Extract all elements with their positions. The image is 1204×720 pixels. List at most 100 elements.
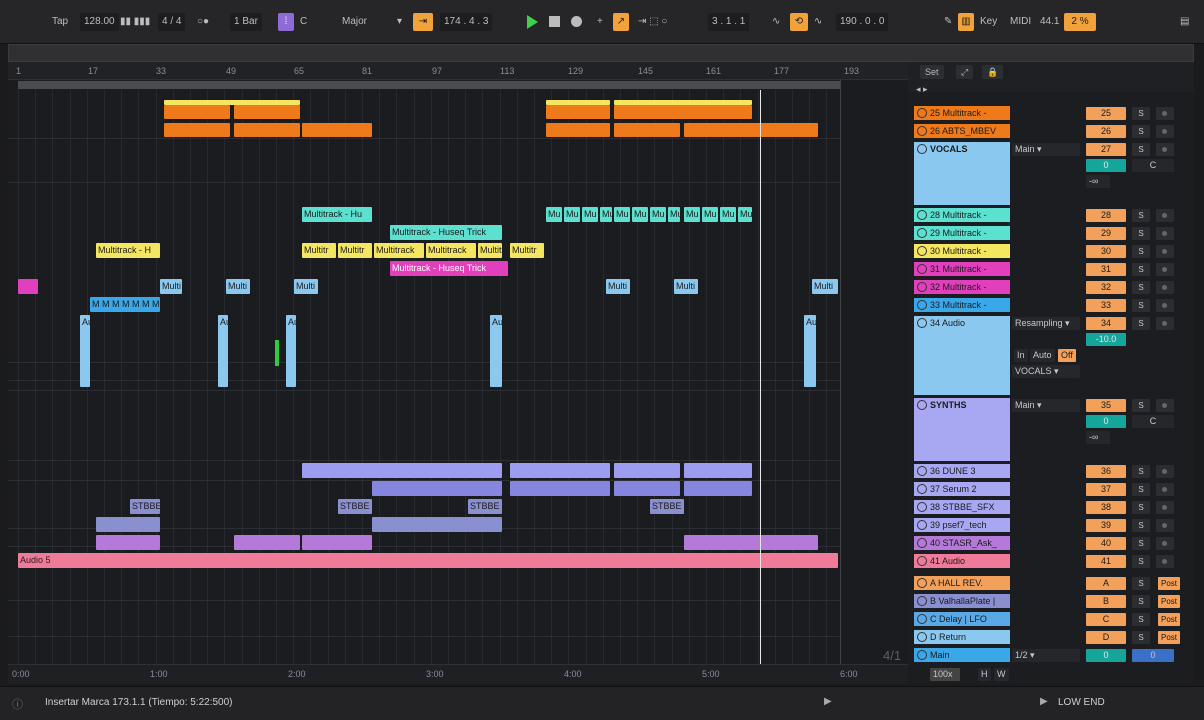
track-number-badge[interactable]: 33 [1086,299,1126,312]
arrangement-clip[interactable] [234,535,300,550]
solo-button[interactable]: S [1132,299,1150,312]
arrangement-clip[interactable] [96,535,160,550]
arrangement-clip[interactable]: Multitrack - Huseq Trick [390,261,508,276]
midi-map-button[interactable]: MIDI [1010,13,1031,31]
track-activator-icon[interactable] [917,650,927,660]
arm-button[interactable] [1156,125,1174,138]
position-field[interactable]: 174 . 4 . 3 [440,13,493,31]
arrangement-clip[interactable] [302,535,372,550]
arrangement-clip[interactable]: Multi [812,279,838,294]
return-letter-badge[interactable]: D [1086,631,1126,644]
pre-post-button[interactable]: Post [1158,595,1180,608]
arrangement-overview[interactable] [8,44,1194,62]
arm-button[interactable] [1156,501,1174,514]
arrangement-clip[interactable]: Mu [564,207,580,222]
chevron-down-icon[interactable]: ▾ [397,13,402,31]
track-number-badge[interactable]: 36 [1086,465,1126,478]
arrangement-clip[interactable]: Multi [226,279,250,294]
track-number-badge[interactable]: 28 [1086,209,1126,222]
arrangement-clip[interactable]: Multi [294,279,318,294]
arrangement-clip[interactable] [234,123,300,137]
group-fold-icon[interactable] [917,144,927,154]
metronome-icon[interactable]: ○● [197,13,209,31]
arrangement-clip[interactable]: Multit [478,243,502,258]
punch-in-icon[interactable]: ∿ [772,13,780,31]
group-fold-icon[interactable] [917,400,927,410]
solo-button[interactable]: S [1132,519,1150,532]
track-header[interactable]: 31 Multitrack - [914,262,1010,277]
play-small-icon[interactable]: ▶ [824,696,832,707]
arrangement-clip[interactable]: Mu [702,207,718,222]
arrangement-clip[interactable]: Au [218,315,228,387]
info-icon[interactable]: ⓘ [12,696,23,712]
arm-button[interactable] [1156,465,1174,478]
track-activator-icon[interactable] [917,228,927,238]
punch-out-icon[interactable]: ∿ [814,13,822,31]
track-activator-icon[interactable] [917,318,927,328]
arrangement-clip[interactable] [684,123,818,137]
track-header[interactable]: 34 Audio [914,316,1010,396]
arrangement-clip[interactable]: Mu [546,207,562,222]
overview-icon[interactable]: ▤ [1180,13,1189,31]
track-header[interactable]: 37 Serum 2 [914,482,1010,497]
arm-button[interactable] [1156,107,1174,120]
return-letter-badge[interactable]: C [1086,613,1126,626]
arrangement-clip[interactable] [372,481,502,496]
quantize-select[interactable]: 1 Bar [230,13,262,31]
solo-button[interactable]: S [1132,537,1150,550]
arrangement-clip[interactable] [510,481,610,496]
track-activator-icon[interactable] [917,300,927,310]
arm-button[interactable] [1156,227,1174,240]
track-number-badge[interactable]: 31 [1086,263,1126,276]
arrangement-clip[interactable]: Au [490,315,502,387]
tempo-field[interactable]: 128.00 [80,13,119,31]
solo-button[interactable]: S [1132,465,1150,478]
solo-button[interactable]: S [1132,107,1150,120]
track-activator-icon[interactable] [917,632,927,642]
loop-brace[interactable] [18,81,840,89]
arm-button[interactable] [1156,245,1174,258]
volume-field[interactable]: 0 [1086,415,1126,428]
arrangement-clip[interactable]: STBBE [130,499,160,514]
track-header[interactable]: 39 psef7_tech [914,518,1010,533]
arrangement-clip[interactable] [302,123,372,137]
expand-icon[interactable]: ⤢ [956,65,974,79]
arrangement-clip[interactable] [614,481,680,496]
track-header[interactable]: 30 Multitrack - [914,244,1010,259]
track-number-badge[interactable]: 37 [1086,483,1126,496]
arrangement-clip[interactable] [96,517,160,532]
arrangement-clip[interactable]: Au [286,315,296,387]
back-to-arrangement-icon[interactable]: ⇥ ⬚ ○ [638,13,667,31]
track-number-badge[interactable]: 38 [1086,501,1126,514]
input-select[interactable]: Resampling ▾ [1012,317,1080,330]
arrangement-clip[interactable] [302,463,502,478]
arrangement-clip[interactable] [684,463,752,478]
time-ruler[interactable]: 0:00 1:00 2:00 3:00 4:00 5:00 6:00 [8,664,908,684]
arrangement-clip[interactable]: Multitr [510,243,544,258]
arm-button[interactable] [1156,537,1174,550]
send-field[interactable]: -∞ [1086,175,1110,188]
arrangement-view[interactable]: 1 17 33 49 65 81 97 113 129 145 161 177 193 Multitra… [8,62,908,684]
arm-button[interactable] [1156,519,1174,532]
track-activator-icon[interactable] [917,282,927,292]
arrangement-clip[interactable]: Mu [720,207,736,222]
record-button[interactable] [571,16,582,27]
arrangement-clip[interactable]: STBBE [338,499,372,514]
loop-toggle-button[interactable]: ⟲ [790,13,808,31]
track-number-badge[interactable]: 26 [1086,125,1126,138]
automation-arm-button[interactable]: ↗ [613,13,629,31]
solo-button[interactable]: S [1132,245,1150,258]
solo-button[interactable]: S [1132,613,1150,626]
arrangement-clip[interactable] [546,105,610,119]
follow-button[interactable]: ⇥ [413,13,433,31]
track-activator-icon[interactable] [917,502,927,512]
width-button[interactable]: W [994,668,1009,681]
scale-field[interactable]: 100x [930,668,960,681]
return-track-header[interactable]: A HALL REV. [914,576,1010,591]
height-button[interactable]: H [978,668,991,681]
track-number-badge[interactable]: 30 [1086,245,1126,258]
scale-select[interactable]: Major [342,13,367,31]
track-activator-icon[interactable] [917,556,927,566]
track-activator-icon[interactable] [917,596,927,606]
stop-button[interactable] [549,16,560,27]
